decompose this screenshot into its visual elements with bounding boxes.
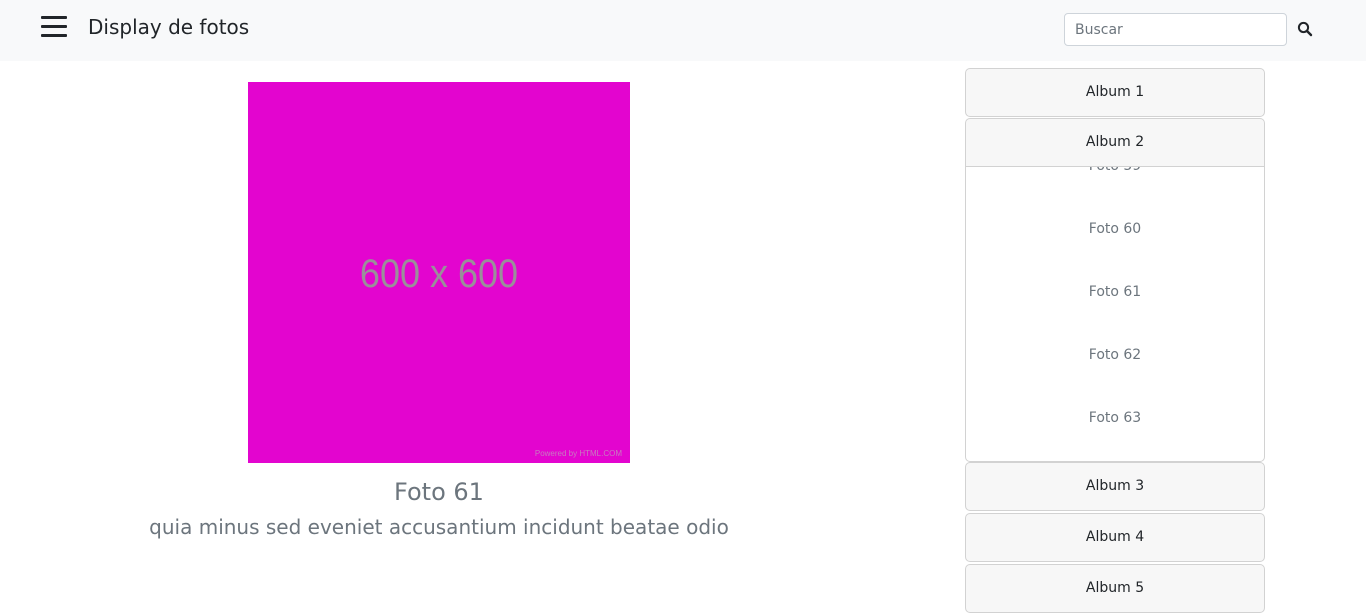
- photo-image: 600 x 600 Powered by HTML.COM: [248, 82, 630, 463]
- app-title: Display de fotos: [88, 15, 250, 39]
- album-2-photo-list[interactable]: Foto 59 Foto 60 Foto 61 Foto 62 Foto 63: [965, 167, 1265, 462]
- album-2-button[interactable]: Album 2: [965, 118, 1265, 167]
- menu-icon[interactable]: [41, 15, 67, 39]
- photo-list-item[interactable]: Foto 59: [966, 167, 1264, 175]
- photo-list-item[interactable]: Foto 63: [966, 409, 1264, 427]
- photo-description: quia minus sed eveniet accusantium incid…: [149, 515, 729, 539]
- search-input[interactable]: [1064, 13, 1287, 46]
- photo-list-item[interactable]: Foto 61: [966, 283, 1264, 301]
- search-icon: [1297, 21, 1313, 37]
- photo-credit: Powered by HTML.COM: [534, 449, 622, 458]
- navbar: Display de fotos: [0, 0, 1366, 61]
- photo-title: Foto 61: [394, 478, 484, 506]
- photo-list-item[interactable]: Foto 60: [966, 220, 1264, 238]
- photo-list-item[interactable]: Foto 62: [966, 346, 1264, 364]
- search-button[interactable]: [1297, 20, 1313, 38]
- photo-placeholder-text: 600 x 600: [359, 252, 519, 296]
- album-5-button[interactable]: Album 5: [965, 564, 1265, 613]
- album-3-button[interactable]: Album 3: [965, 462, 1265, 511]
- album-4-button[interactable]: Album 4: [965, 513, 1265, 562]
- album-1-button[interactable]: Album 1: [965, 68, 1265, 117]
